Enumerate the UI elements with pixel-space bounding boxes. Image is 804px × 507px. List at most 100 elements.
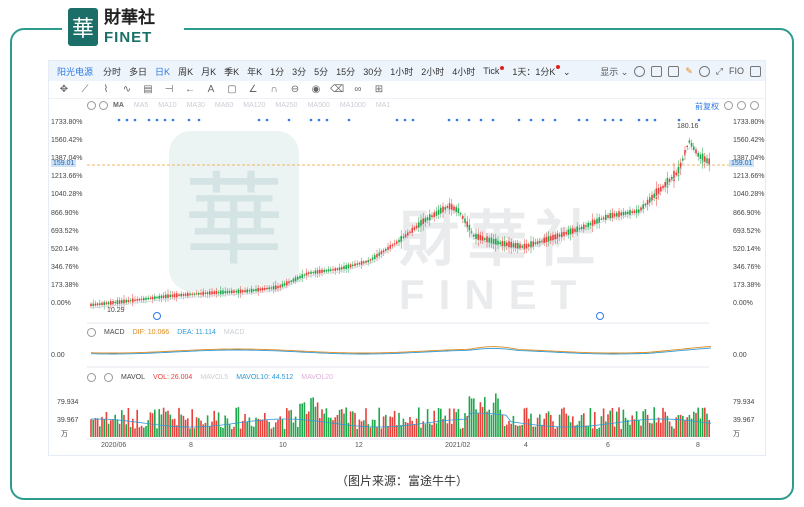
candle-body [444, 207, 446, 210]
volume-bar [490, 414, 493, 437]
event-dot-icon[interactable] [447, 118, 451, 122]
volume-bar [497, 398, 499, 437]
event-marker-icon[interactable] [153, 312, 161, 320]
candle-body [633, 210, 636, 213]
x-label-6: 6 [606, 442, 610, 449]
event-dot-icon[interactable] [325, 118, 329, 122]
candle-body [323, 269, 325, 273]
candle-body [200, 292, 202, 295]
x-label-1: 8 [189, 442, 193, 449]
vol-mid-right: 39.967 [733, 417, 755, 424]
event-dot-icon[interactable] [395, 118, 399, 122]
macd-settings-icon[interactable] [87, 328, 96, 337]
event-dot-icon[interactable] [603, 118, 607, 122]
event-dot-icon[interactable] [163, 118, 167, 122]
finet-logo-mark: 華 [68, 8, 98, 46]
event-dot-icon[interactable] [265, 118, 269, 122]
event-dot-icon[interactable] [619, 118, 623, 122]
candle-body [213, 291, 215, 295]
event-dot-icon[interactable] [577, 118, 581, 122]
volume-bar [554, 428, 556, 437]
volume-bar [367, 424, 369, 437]
event-dot-icon[interactable] [541, 118, 545, 122]
candle-body [360, 261, 363, 265]
event-dot-icon[interactable] [553, 118, 557, 122]
event-dot-icon[interactable] [317, 118, 321, 122]
event-dot-icon[interactable] [171, 118, 175, 122]
volume-bar [629, 424, 631, 437]
mavol-settings-icon[interactable] [87, 373, 96, 382]
event-dot-icon[interactable] [411, 118, 415, 122]
volume-bar [466, 415, 468, 437]
x-label-5: 4 [524, 442, 528, 449]
volume-bar [499, 409, 501, 437]
event-marker-icon[interactable] [596, 312, 604, 320]
y-label-left-10: 0.00% [51, 300, 71, 307]
candle-body [477, 234, 479, 241]
event-dot-icon[interactable] [155, 118, 159, 122]
event-dot-icon[interactable] [677, 118, 681, 122]
candle-body [310, 271, 312, 274]
event-dot-icon[interactable] [611, 118, 615, 122]
event-dot-icon[interactable] [287, 118, 291, 122]
event-dot-icon[interactable] [697, 118, 701, 122]
event-dot-icon[interactable] [517, 118, 521, 122]
candle-body [336, 268, 339, 271]
volume-bar [699, 418, 702, 437]
volume-bar [314, 406, 317, 437]
volume-bar [92, 419, 94, 437]
candle-body [541, 240, 543, 242]
event-dot-icon[interactable] [637, 118, 641, 122]
volume-bar [411, 420, 413, 437]
volume-bar [690, 418, 693, 437]
y-label-left-5: 866.90% [51, 209, 79, 217]
volume-bar [561, 408, 563, 437]
volume-bar [673, 428, 675, 437]
event-dot-icon[interactable] [133, 118, 137, 122]
event-dot-icon[interactable] [479, 118, 483, 122]
event-dot-icon[interactable] [117, 118, 121, 122]
event-dot-icon[interactable] [455, 118, 459, 122]
candle-body [512, 243, 515, 248]
volume-bar [510, 423, 512, 437]
volume-bar [165, 411, 167, 437]
event-dot-icon[interactable] [147, 118, 151, 122]
candle-body [173, 293, 176, 298]
volume-bar [211, 421, 213, 437]
volume-bar [272, 427, 275, 437]
candle-body [609, 213, 611, 219]
volume-bar [462, 427, 464, 437]
y-label-right-0: 1733.80% [733, 119, 765, 126]
volume-bar [459, 428, 462, 437]
volume-bar [301, 403, 303, 437]
event-dot-icon[interactable] [491, 118, 495, 122]
candle-body [398, 239, 400, 243]
event-dot-icon[interactable] [347, 118, 351, 122]
event-dot-icon[interactable] [403, 118, 407, 122]
event-dot-icon[interactable] [257, 118, 261, 122]
mavol-visibility-icon[interactable] [104, 373, 113, 382]
event-dot-icon[interactable] [585, 118, 589, 122]
event-dot-icon[interactable] [467, 118, 471, 122]
volume-bar [501, 414, 504, 437]
volume-bar [127, 407, 130, 437]
event-dot-icon[interactable] [197, 118, 201, 122]
event-dot-icon[interactable] [309, 118, 313, 122]
candlestick-chart[interactable] [49, 61, 766, 456]
candle-body [292, 278, 295, 282]
event-dot-icon[interactable] [645, 118, 649, 122]
event-dot-icon[interactable] [187, 118, 191, 122]
candle-body [545, 237, 548, 243]
volume-bar [598, 427, 600, 437]
candle-body [147, 297, 149, 300]
candle-body [286, 281, 288, 286]
vol-unit-left: 万 [61, 431, 68, 438]
volume-bar [594, 412, 596, 437]
candle-body [162, 295, 165, 298]
event-dot-icon[interactable] [125, 118, 129, 122]
volume-bar [532, 426, 534, 437]
event-dot-icon[interactable] [653, 118, 657, 122]
volume-bar [429, 423, 431, 437]
event-dot-icon[interactable] [529, 118, 533, 122]
volume-bar [248, 417, 251, 437]
